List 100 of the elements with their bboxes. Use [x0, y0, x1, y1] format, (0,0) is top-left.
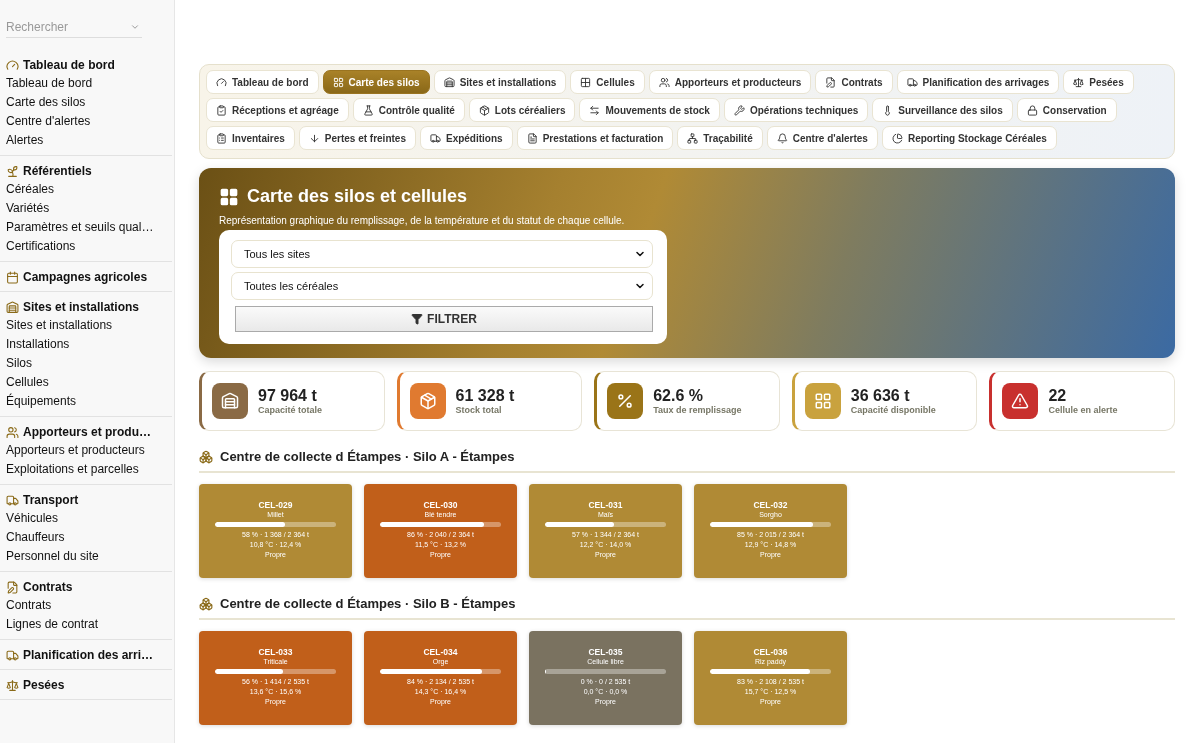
sprout-icon [6, 164, 19, 178]
gauge-icon [216, 76, 227, 88]
warehouse-icon [6, 300, 19, 314]
warning-icon [1011, 392, 1030, 410]
tab[interactable]: Conservation [1016, 98, 1117, 122]
sidebar-item[interactable]: Tableau de bord [6, 74, 166, 93]
sidebar-item[interactable]: Cellules [6, 373, 166, 392]
arrow-down-icon [308, 132, 320, 144]
stat-value: 61 328 t [455, 387, 515, 405]
sidebar-section-title[interactable]: Contrats [23, 580, 73, 594]
scale-icon [1073, 76, 1085, 88]
cell-code: CEL-031 [588, 500, 623, 510]
percent-icon [616, 392, 635, 410]
sidebar-item[interactable]: Véhicules [6, 509, 166, 528]
filter-icon [411, 313, 424, 325]
tab[interactable]: Expéditions [419, 126, 513, 150]
tab[interactable]: Pesées [1063, 70, 1134, 94]
stat-value: 36 636 t [850, 387, 911, 405]
stat-label: Stock total [455, 405, 503, 415]
truck-icon [6, 493, 19, 507]
group-title: Centre de collecte d Étampes · Silo B - Étampes [220, 596, 516, 611]
scale-icon [6, 678, 19, 692]
stat-value: 97 964 t [258, 387, 318, 405]
arrows-icon [589, 104, 601, 116]
sidebar-item[interactable]: Sites et installations [6, 316, 166, 335]
lock-icon [1026, 104, 1038, 116]
filter-select[interactable]: Tous les sites [231, 240, 653, 268]
document-icon [526, 132, 538, 144]
tab[interactable]: Cellules [570, 70, 645, 94]
sidebar-item[interactable]: Apporteurs et producteurs [6, 441, 166, 460]
sidebar-item[interactable]: Alertes [6, 131, 166, 150]
sidebar-section-title[interactable]: Sites et installations [23, 300, 140, 314]
tab[interactable]: Sites et installations [433, 70, 567, 94]
tab[interactable]: Mouvements de stock [579, 98, 720, 122]
bell-icon [776, 132, 788, 144]
package-icon [478, 104, 490, 116]
tab[interactable]: Planification des arrivages [896, 70, 1060, 94]
cell-code: CEL-030 [423, 500, 458, 510]
tab[interactable]: Opérations techniques [723, 98, 869, 122]
cell-code: CEL-036 [753, 647, 788, 657]
sidebar-section-title[interactable]: Planification des arri… [23, 648, 154, 662]
tab[interactable]: Inventaires [206, 126, 295, 150]
gauge-icon [6, 58, 19, 72]
sidebar-item[interactable]: Lignes de contrat [6, 615, 166, 634]
tab[interactable]: Apporteurs et producteurs [648, 70, 812, 94]
truck-icon [906, 76, 918, 88]
truck-icon [429, 132, 441, 144]
pen-icon [825, 76, 837, 88]
tab[interactable]: Prestations et facturation [516, 126, 674, 150]
users-icon [6, 425, 19, 439]
boxes-icon [199, 596, 213, 611]
caret-icon [130, 22, 140, 32]
sidebar-item[interactable]: Certifications [6, 237, 166, 256]
sidebar-item[interactable]: Exploitations et parcelles [6, 460, 166, 479]
sidebar-item[interactable]: Silos [6, 354, 166, 373]
tab[interactable]: Contrôle qualité [352, 98, 465, 122]
tab[interactable]: Contrats [815, 70, 893, 94]
cell-code: CEL-034 [423, 647, 458, 657]
sidebar-section-title[interactable]: Pesées [23, 678, 65, 692]
sidebar-item[interactable]: Céréales [6, 180, 166, 199]
sidebar-section-title[interactable]: Campagnes agricoles [23, 270, 148, 284]
cell-code: CEL-033 [258, 647, 293, 657]
sidebar-item[interactable]: Carte des silos [6, 93, 166, 112]
tab[interactable]: Réceptions et agréage [206, 98, 349, 122]
grid-icon [332, 76, 344, 88]
page-title: Carte des silos et cellules [247, 186, 468, 207]
search-field[interactable]: Rechercher [6, 16, 142, 38]
sidebar-item[interactable]: Centre d'alertes [6, 112, 166, 131]
sidebar-item[interactable]: Personnel du site [6, 547, 166, 566]
grid-icon [580, 76, 592, 88]
sidebar-section-title[interactable]: Référentiels [23, 164, 92, 178]
tab[interactable]: Pertes et freintes [298, 126, 416, 150]
sidebar-section-title[interactable]: Transport [23, 493, 79, 507]
stat-value: 22 [1048, 387, 1068, 405]
filter-select[interactable]: Toutes les céréales [231, 272, 653, 300]
sidebar-item[interactable]: Contrats [6, 596, 166, 615]
page-subtitle: Représentation graphique du remplissage, de la température et du statut de chaque cellule. [219, 215, 626, 226]
tab[interactable]: Carte des silos [322, 70, 430, 94]
tab[interactable]: Reporting Stockage Céréales [881, 126, 1057, 150]
sidebar-item[interactable]: Paramètres et seuils qual… [6, 218, 166, 237]
sidebar-item[interactable]: Variétés [6, 199, 166, 218]
warehouse-icon [443, 76, 455, 88]
sidebar-item[interactable]: Chauffeurs [6, 528, 166, 547]
tab[interactable]: Centre d'alertes [766, 126, 878, 150]
sidebar-section-title[interactable]: Apporteurs et produ… [23, 425, 151, 439]
tab[interactable]: Traçabilité [677, 126, 763, 150]
wrench-icon [733, 104, 745, 116]
sidebar-item[interactable]: Installations [6, 335, 166, 354]
cell-code: CEL-029 [258, 500, 293, 510]
sidebar-section-title[interactable]: Tableau de bord [23, 58, 115, 72]
tab[interactable]: Tableau de bord [206, 70, 319, 94]
group-title: Centre de collecte d Étampes · Silo A - Étampes [220, 449, 515, 464]
flask-icon [362, 104, 374, 116]
sidebar-item[interactable]: Équipements [6, 392, 166, 411]
grid-icon [813, 392, 832, 410]
tab[interactable]: Lots céréaliers [468, 98, 576, 122]
truck-icon [6, 648, 19, 662]
filter-button[interactable]: FILTRER [235, 306, 653, 332]
network-icon [687, 132, 699, 144]
tab[interactable]: Surveillance des silos [872, 98, 1013, 122]
